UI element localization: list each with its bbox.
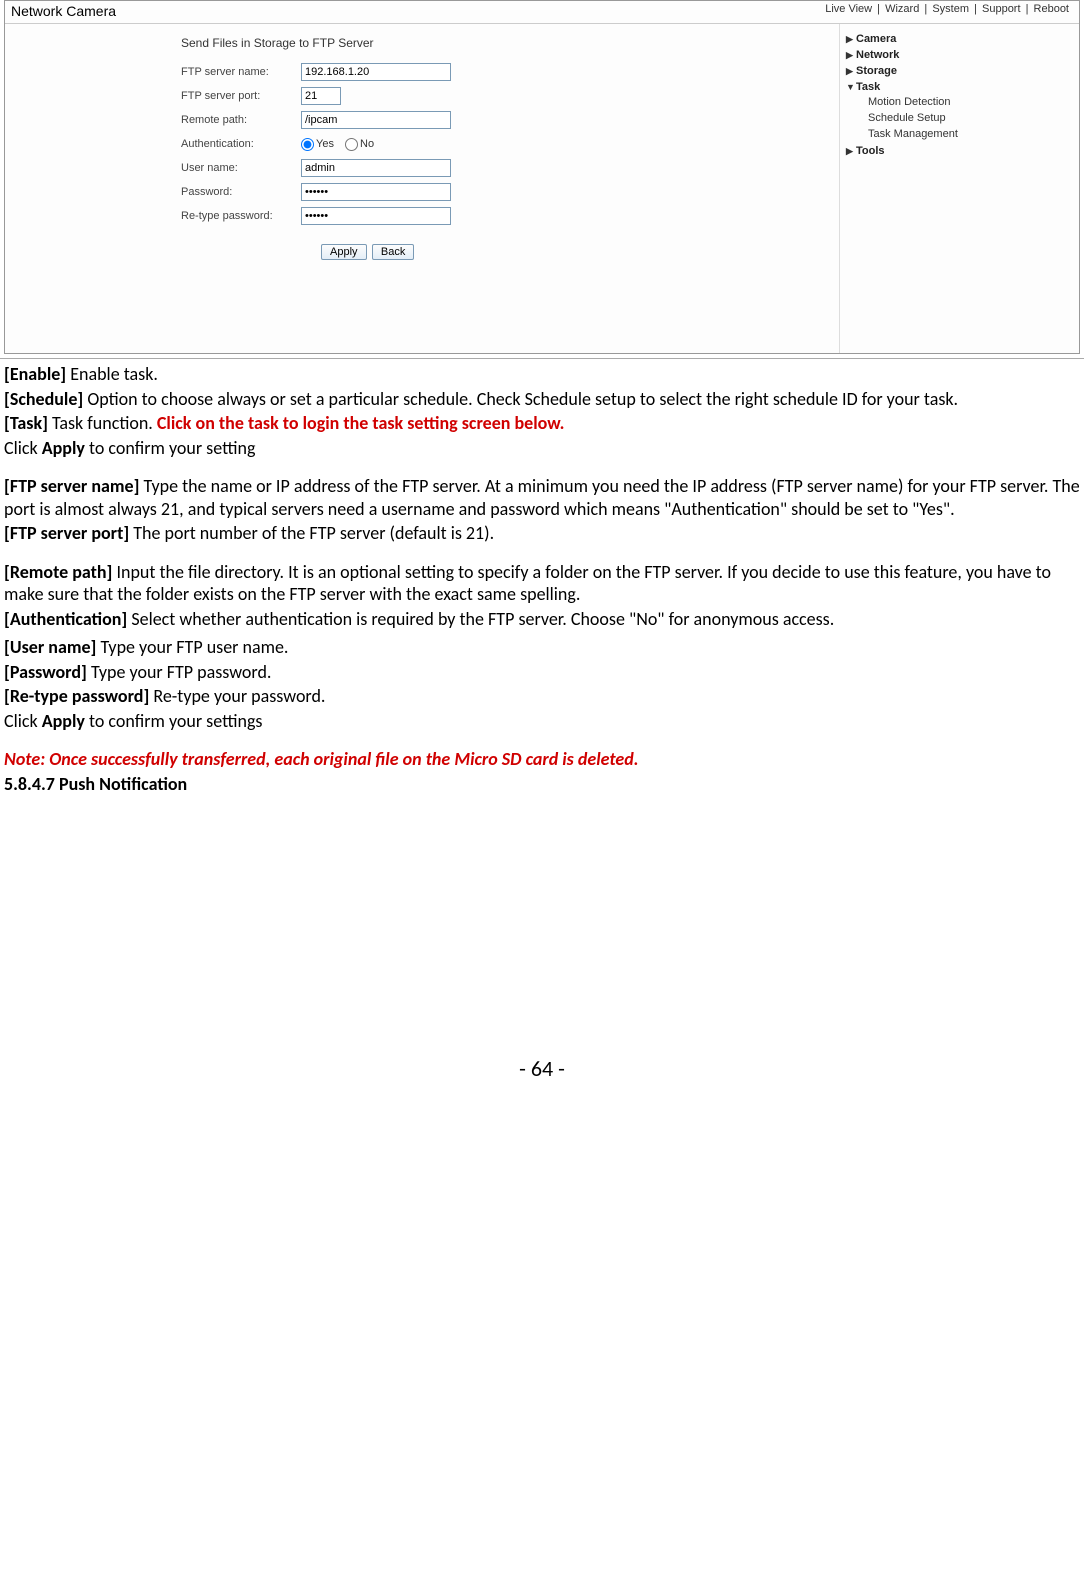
chevron-right-icon: ▶ <box>846 66 856 77</box>
desc-repass: Re-type your password. <box>153 685 325 707</box>
chevron-right-icon: ▶ <box>846 146 856 157</box>
desc-auth: Select whether authentication is require… <box>131 608 834 630</box>
desc-ftp-port: The port number of the FTP server (defau… <box>133 522 494 544</box>
desc-task: Task function. <box>52 412 157 434</box>
desc-task-red: Click on the task to login the task sett… <box>157 412 565 434</box>
chevron-down-icon: ▼ <box>846 82 856 92</box>
label-server-name: FTP server name: <box>181 66 301 78</box>
input-remote-path[interactable] <box>301 111 451 129</box>
term-ftp-port: [FTP server port] <box>4 522 133 544</box>
term-enable: [Enable] <box>4 363 70 385</box>
term-auth: [Authentication] <box>4 608 131 630</box>
form-panel: Send Files in Storage to FTP Server FTP … <box>5 24 839 353</box>
sidebar-storage[interactable]: ▶Storage <box>846 64 1073 78</box>
input-repass[interactable] <box>301 207 451 225</box>
nav-wizard[interactable]: Wizard <box>883 3 921 15</box>
apply-button[interactable]: Apply <box>321 244 367 260</box>
chevron-right-icon: ▶ <box>846 34 856 45</box>
label-server-port: FTP server port: <box>181 90 301 102</box>
section-heading: 5.8.4.7 Push Notification <box>4 773 1080 796</box>
desc-schedule: Option to choose always or set a particu… <box>87 388 958 410</box>
radio-auth-yes-label: Yes <box>316 138 334 150</box>
desc-enable: Enable task. <box>70 363 158 385</box>
term-remote-path: [Remote path] <box>4 561 116 583</box>
label-user: User name: <box>181 162 301 174</box>
nav-live-view[interactable]: Live View <box>823 3 874 15</box>
input-pass[interactable] <box>301 183 451 201</box>
nav-reboot[interactable]: Reboot <box>1032 3 1071 15</box>
term-task: [Task] <box>4 412 52 434</box>
term-pass: [Password] <box>4 661 91 683</box>
sidebar-task-schedule[interactable]: Schedule Setup <box>868 110 1073 126</box>
sidebar-task[interactable]: ▼Task <box>846 80 1073 94</box>
input-user[interactable] <box>301 159 451 177</box>
nav-support[interactable]: Support <box>980 3 1023 15</box>
top-nav: Live View | Wizard | System | Support | … <box>823 3 1071 15</box>
sidebar-camera[interactable]: ▶Camera <box>846 32 1073 46</box>
desc-remote-path: Input the file directory. It is an optio… <box>4 561 1051 606</box>
term-repass: [Re-type password] <box>4 685 153 707</box>
desc-pass: Type your FTP password. <box>91 661 272 683</box>
label-auth: Authentication: <box>181 138 301 150</box>
note-text: Note: Once successfully transferred, eac… <box>4 748 1080 771</box>
radio-auth-no-label: No <box>360 138 374 150</box>
screenshot-container: Network Camera Live View | Wizard | Syst… <box>0 0 1084 359</box>
term-ftp-name: [FTP server name] <box>4 475 144 497</box>
document-body: [Enable] Enable task. [Schedule] Option … <box>0 359 1084 1097</box>
label-repass: Re-type password: <box>181 210 301 222</box>
sidebar-network[interactable]: ▶Network <box>846 48 1073 62</box>
term-schedule: [Schedule] <box>4 388 87 410</box>
label-remote-path: Remote path: <box>181 114 301 126</box>
radio-auth-yes[interactable] <box>301 138 314 151</box>
label-pass: Password: <box>181 186 301 198</box>
sidebar: ▶Camera ▶Network ▶Storage ▼Task Motion D… <box>839 24 1079 353</box>
input-server-port[interactable] <box>301 87 341 105</box>
page-number: - 64 - <box>4 1055 1080 1097</box>
desc-ftp-name: Type the name or IP address of the FTP s… <box>4 475 1080 520</box>
desc-user: Type your FTP user name. <box>100 636 288 658</box>
input-server-name[interactable] <box>301 63 451 81</box>
sidebar-task-management[interactable]: Task Management <box>868 126 1073 142</box>
chevron-right-icon: ▶ <box>846 50 856 61</box>
term-user: [User name] <box>4 636 100 658</box>
form-title: Send Files in Storage to FTP Server <box>181 36 839 50</box>
camera-ui-screenshot: Network Camera Live View | Wizard | Syst… <box>4 0 1080 354</box>
radio-auth-no[interactable] <box>345 138 358 151</box>
sidebar-task-motion[interactable]: Motion Detection <box>868 94 1073 110</box>
sidebar-tools[interactable]: ▶Tools <box>846 144 1073 158</box>
back-button[interactable]: Back <box>372 244 414 260</box>
nav-system[interactable]: System <box>930 3 971 15</box>
